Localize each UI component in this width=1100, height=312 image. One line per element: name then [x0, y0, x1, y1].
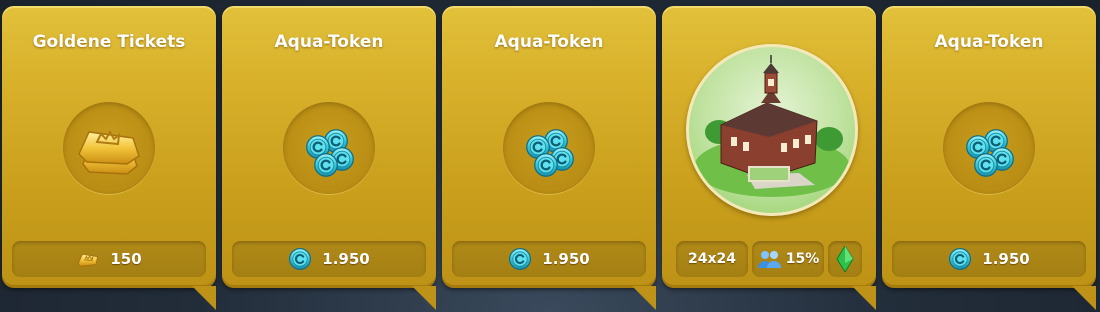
price-pill[interactable]: 1.950: [232, 241, 426, 277]
mansion-building-image: [686, 44, 858, 216]
price-pill[interactable]: 150: [12, 241, 206, 277]
card-title: Aqua-Token: [274, 32, 384, 52]
population-badge: 15%: [752, 241, 824, 277]
price-pill[interactable]: 1.950: [892, 241, 1086, 277]
population-value: 15%: [785, 251, 820, 267]
price-value: 1.950: [542, 250, 590, 268]
sims-plumbob-icon: [836, 246, 854, 272]
price-value: 1.950: [322, 250, 370, 268]
aqua-token-icon: [948, 247, 972, 271]
price-value: 1.950: [982, 250, 1030, 268]
aqua-token-stack-icon: [283, 102, 375, 194]
aqua-token-stack-icon: [943, 102, 1035, 194]
lot-size-badge: 24x24: [676, 241, 748, 277]
offer-card-aqua-token[interactable]: Aqua-Token 1.950: [882, 6, 1096, 310]
price-value: 150: [110, 250, 142, 268]
card-title: Goldene Tickets: [32, 32, 186, 52]
aqua-token-icon: [508, 247, 532, 271]
offer-card-aqua-token[interactable]: Aqua-Token 1.950: [222, 6, 436, 310]
golden-ticket-icon: [78, 253, 99, 267]
aqua-token-icon: [288, 247, 312, 271]
card-title: Aqua-Token: [934, 32, 1044, 52]
offer-card-aqua-token[interactable]: Aqua-Token 1.950: [442, 6, 656, 310]
aqua-token-stack-icon: [503, 102, 595, 194]
card-title: Aqua-Token: [494, 32, 604, 52]
lot-size-value: 24x24: [688, 251, 736, 267]
offer-card-building[interactable]: 24x24 15%: [662, 6, 876, 310]
plumbob-badge: [828, 241, 862, 277]
golden-ticket-icon: [63, 102, 155, 194]
offer-card-golden-tickets[interactable]: Goldene Tickets 150: [2, 6, 216, 310]
price-pill[interactable]: 1.950: [452, 241, 646, 277]
people-icon: [757, 251, 781, 268]
